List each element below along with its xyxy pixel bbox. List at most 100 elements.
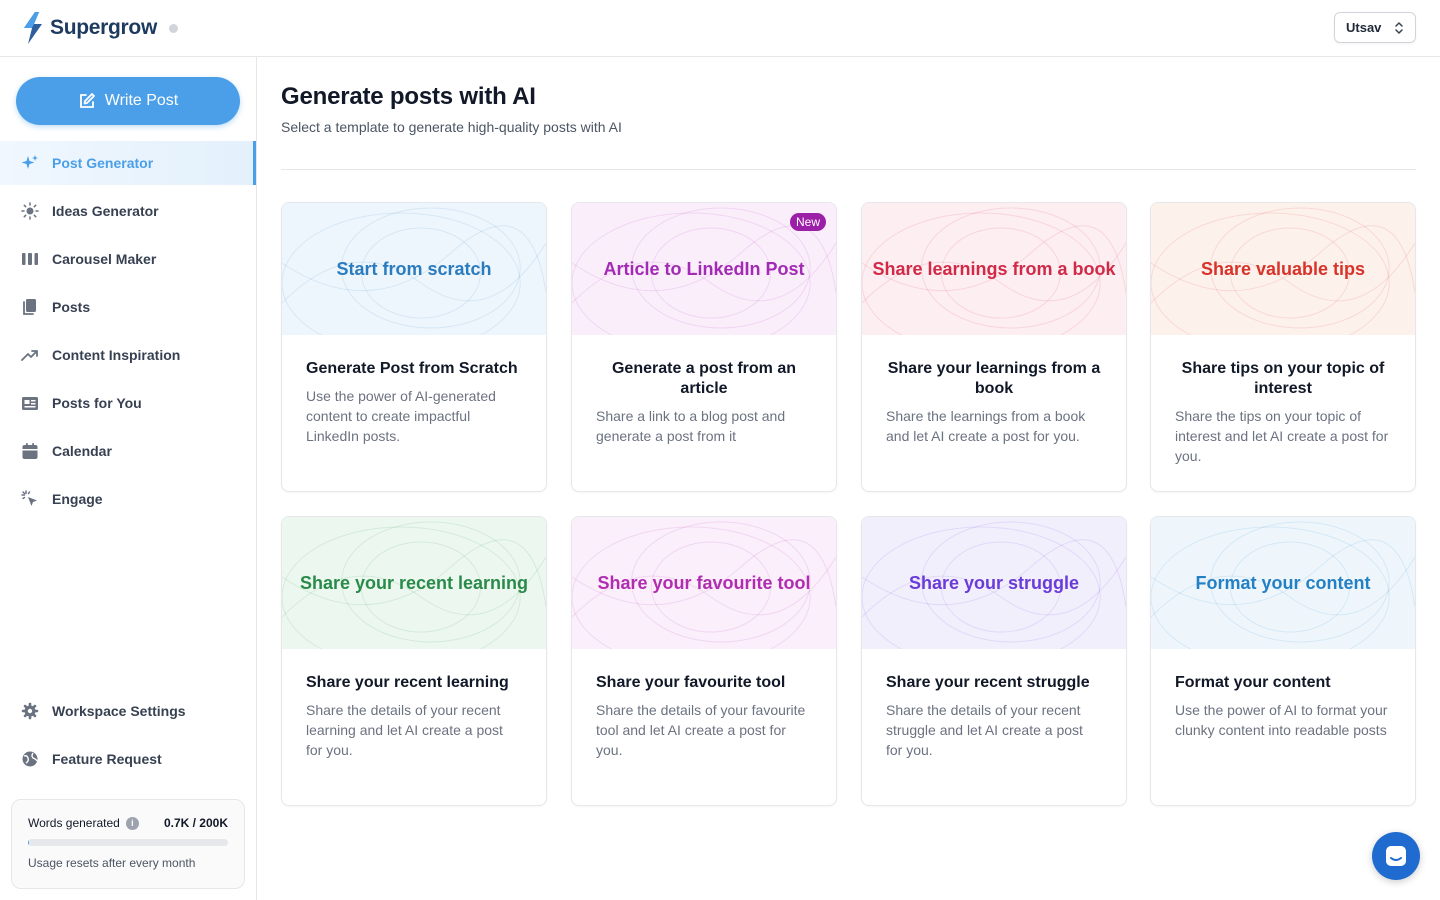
template-banner-title: Article to LinkedIn Post <box>603 258 805 279</box>
chat-support-button[interactable] <box>1372 832 1420 880</box>
usage-progress-bar <box>28 839 228 846</box>
template-card-title: Share tips on your topic of interest <box>1181 360 1385 397</box>
user-name: Utsav <box>1346 20 1382 35</box>
template-card-body: Share your recent struggle Share the deta… <box>862 649 1126 760</box>
logo-icon <box>24 12 42 44</box>
usage-progress-fill <box>28 839 29 846</box>
sidebar-item-content-inspiration[interactable]: Content Inspiration <box>0 333 256 377</box>
template-card-body: Share tips on your topic of interest Shar… <box>1151 335 1415 466</box>
template-card-description: Share a link to a blog post and generate… <box>596 408 786 444</box>
template-card-banner: Share your recent learning <box>282 517 546 649</box>
chat-icon <box>1386 846 1406 866</box>
template-card-title: Generate Post from Scratch <box>306 360 518 377</box>
sidebar-item-label: Post Generator <box>52 155 154 171</box>
template-banner-title: Format your content <box>1195 572 1371 593</box>
sidebar-bottom-nav: Workspace Settings Feature Request <box>0 689 256 785</box>
divider <box>281 169 1416 170</box>
sidebar-item-label: Posts for You <box>52 395 142 411</box>
chevron-up-down-icon <box>1395 22 1403 34</box>
template-banner-title: Share learnings from a book <box>872 258 1116 279</box>
template-card-banner: Start from scratch <box>282 203 546 335</box>
template-card[interactable]: Share your favourite tool Share your favo… <box>571 516 837 806</box>
template-card-banner: Format your content <box>1151 517 1415 649</box>
template-card-title: Share your favourite tool <box>596 674 786 691</box>
carousel-icon <box>20 249 40 269</box>
template-card-body: Generate a post from an article Share a l… <box>572 335 836 446</box>
write-post-button[interactable]: Write Post <box>16 77 240 125</box>
sidebar-item-label: Workspace Settings <box>52 703 186 719</box>
template-card-body: Share your learnings from a book Share th… <box>862 335 1126 446</box>
template-card-title: Format your content <box>1175 674 1331 691</box>
template-card[interactable]: Start from scratch Generate Post from Scr… <box>281 202 547 492</box>
trending-icon <box>20 345 40 365</box>
usage-panel: Words generated i 0.7K / 200K Usage rese… <box>11 799 245 889</box>
logo[interactable]: Supergrow <box>22 12 178 44</box>
sidebar-item-label: Engage <box>52 491 103 507</box>
template-card[interactable]: Share valuable tips Share tips on your to… <box>1150 202 1416 492</box>
template-card-title: Generate a post from an article <box>611 360 797 397</box>
sidebar-item-label: Posts <box>52 299 91 315</box>
template-card-body: Generate Post from Scratch Use the power … <box>282 335 546 446</box>
sidebar-item-carousel-maker[interactable]: Carousel Maker <box>0 237 256 281</box>
usage-note: Usage resets after every month <box>28 856 196 870</box>
sidebar-item-engage[interactable]: Engage <box>0 477 256 521</box>
template-card[interactable]: Share your recent learning Share your rec… <box>281 516 547 806</box>
brand-name: Supergrow <box>50 16 157 39</box>
sidebar-item-ideas-generator[interactable]: Ideas Generator <box>0 189 256 233</box>
template-card-description: Share the details of your favourite tool… <box>596 702 806 758</box>
top-bar: Supergrow Utsav <box>0 0 1440 57</box>
template-card-banner: Share learnings from a book <box>862 203 1126 335</box>
template-card[interactable]: Share your struggle Share your recent str… <box>861 516 1127 806</box>
calendar-icon <box>20 441 40 461</box>
usage-label: Words generated <box>28 816 120 830</box>
template-card[interactable]: Format your content Format your content Us… <box>1150 516 1416 806</box>
template-card-banner: Share valuable tips <box>1151 203 1415 335</box>
sidebar-item-label: Calendar <box>52 443 112 459</box>
template-card-description: Share the tips on your topic of interest… <box>1175 408 1389 464</box>
template-card-banner: Share your struggle <box>862 517 1126 649</box>
template-card-description: Share the learnings from a book and let … <box>886 408 1086 444</box>
documents-icon <box>20 297 40 317</box>
template-card[interactable]: Share learnings from a book Share your le… <box>861 202 1127 492</box>
template-banner-title: Share your recent learning <box>299 572 529 593</box>
template-card-banner: Article to LinkedIn Post New <box>572 203 836 335</box>
template-card-description: Use the power of AI to format your clunk… <box>1175 702 1388 738</box>
sidebar-item-feature-request[interactable]: Feature Request <box>0 737 256 781</box>
page-subtitle: Select a template to generate high-quali… <box>281 119 622 135</box>
template-card-description: Share the details of your recent struggl… <box>886 702 1083 758</box>
template-card-body: Format your content Use the power of AI t… <box>1151 649 1415 740</box>
sparkles-icon <box>20 153 40 173</box>
info-icon[interactable]: i <box>125 816 139 830</box>
sidebar-nav: Post Generator Ideas Generator Carousel … <box>0 141 256 525</box>
template-banner-title: Share your favourite tool <box>597 572 811 593</box>
sidebar-item-label: Carousel Maker <box>52 251 157 267</box>
template-card-description: Share the details of your recent learnin… <box>306 702 503 758</box>
edit-icon <box>79 93 95 108</box>
workspace-user-select[interactable]: Utsav <box>1334 12 1416 43</box>
template-card[interactable]: Article to LinkedIn Post New Generate a po… <box>571 202 837 492</box>
page-title: Generate posts with AI <box>281 83 536 110</box>
cursor-click-icon <box>20 489 40 509</box>
main-content: Generate posts with AI Select a template… <box>257 57 1440 900</box>
new-badge: New <box>789 213 826 231</box>
template-card-body: Share your favourite tool Share the detai… <box>572 649 836 760</box>
usage-count: 0.7K / 200K <box>163 816 228 830</box>
template-card-title: Share your recent learning <box>306 674 509 691</box>
write-post-label: Write Post <box>104 92 179 109</box>
sidebar-item-posts-for-you[interactable]: Posts for You <box>0 381 256 425</box>
sidebar-item-label: Content Inspiration <box>52 347 181 363</box>
template-card-body: Share your recent learning Share the deta… <box>282 649 546 760</box>
sidebar-item-post-generator[interactable]: Post Generator <box>0 141 256 185</box>
sidebar-item-label: Ideas Generator <box>52 203 159 219</box>
template-banner-title: Share valuable tips <box>1200 258 1366 279</box>
sidebar-item-calendar[interactable]: Calendar <box>0 429 256 473</box>
globe-icon <box>20 749 40 769</box>
template-card-title: Share your learnings from a book <box>887 360 1101 397</box>
gear-icon <box>20 701 40 721</box>
lightbulb-icon <box>20 201 40 221</box>
sidebar: Write Post Post Generator Ideas Generato… <box>0 57 257 900</box>
template-banner-title: Share your struggle <box>908 572 1080 593</box>
sidebar-item-posts[interactable]: Posts <box>0 285 256 329</box>
sidebar-item-workspace-settings[interactable]: Workspace Settings <box>0 689 256 733</box>
status-dot <box>168 23 178 33</box>
